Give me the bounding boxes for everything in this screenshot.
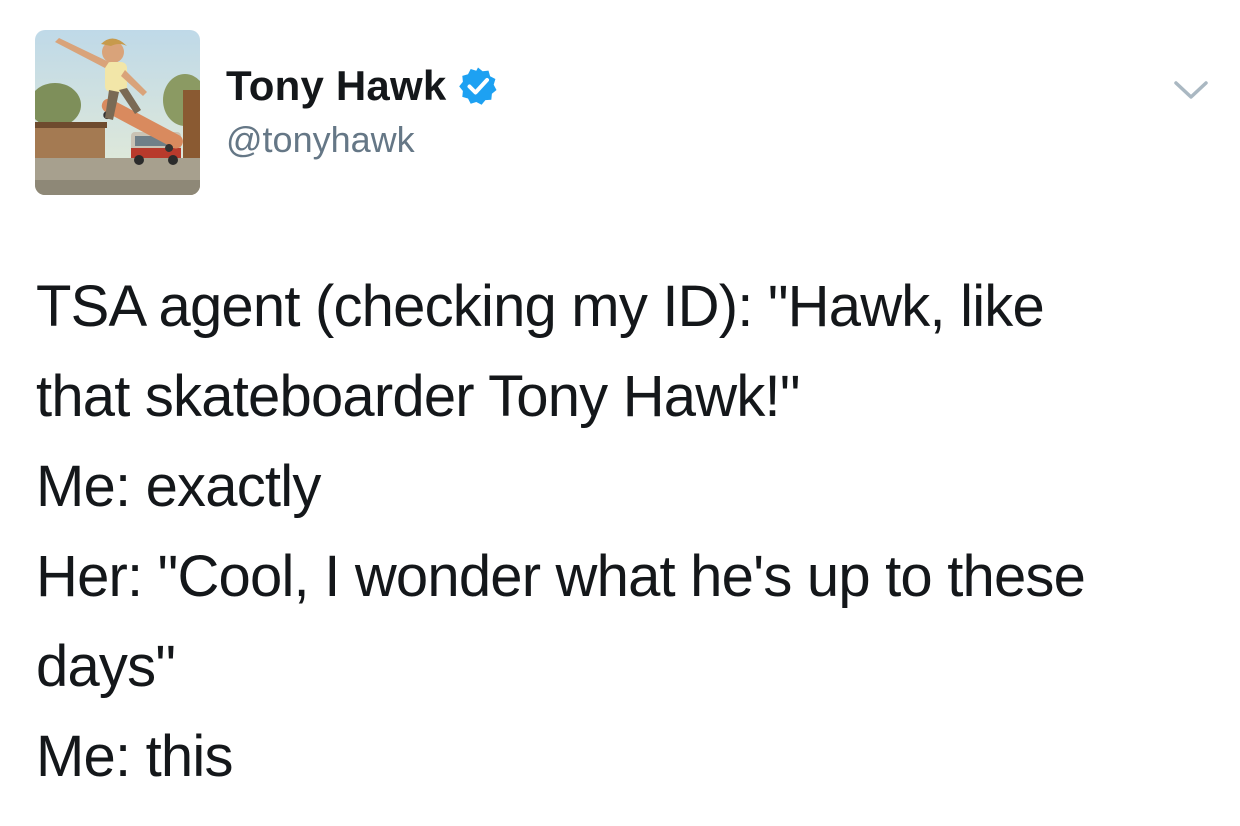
chevron-down-icon[interactable]: [1170, 72, 1212, 106]
tweet-text-line: TSA agent (checking my ID): "Hawk, like: [36, 274, 1045, 339]
verified-badge-icon: [458, 66, 498, 106]
tweet-text-line: Me: this: [36, 724, 233, 789]
tweet-text-line: days": [36, 634, 176, 699]
skateboarder-photo-icon: [35, 30, 200, 195]
tweet-card: Tony Hawk @tonyhawk TSA agent (checking …: [0, 0, 1240, 826]
author-name-row[interactable]: Tony Hawk: [226, 60, 498, 112]
tweet-text-line: that skateboarder Tony Hawk!": [36, 364, 800, 429]
tweet-text-line: Me: exactly: [36, 454, 321, 519]
author-name[interactable]: Tony Hawk: [226, 60, 446, 112]
tweet-text-line: Her: "Cool, I wonder what he's up to the…: [36, 544, 1086, 609]
author-handle[interactable]: @tonyhawk: [226, 118, 415, 162]
author-avatar[interactable]: [35, 30, 200, 195]
tweet-text: TSA agent (checking my ID): "Hawk, like …: [36, 262, 1216, 802]
